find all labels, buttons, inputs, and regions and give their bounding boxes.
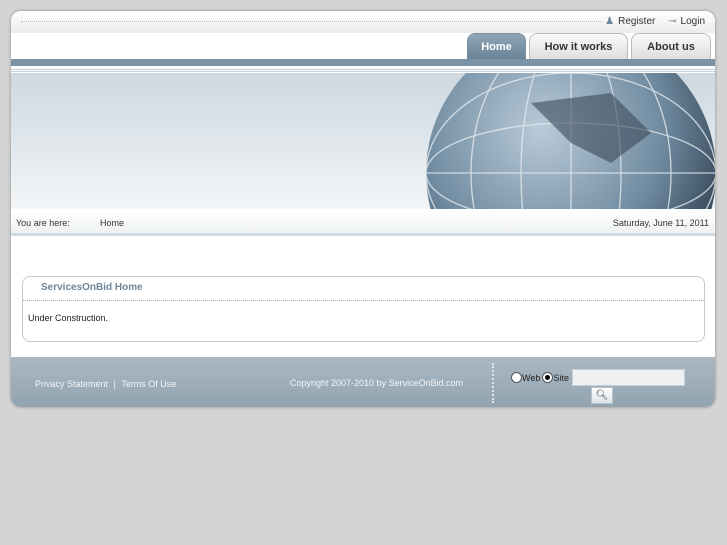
globe-image: [425, 73, 715, 209]
separator: |: [113, 379, 116, 389]
copyright: Copyright 2007-2010 by ServiceOnBid.com: [290, 378, 464, 388]
radio-site[interactable]: [542, 372, 554, 383]
nav-bar-line: [11, 59, 715, 66]
top-bar: ♟ Register ⊸ Login: [11, 11, 715, 33]
terms-link[interactable]: Terms Of Use: [121, 379, 176, 389]
main-nav: Home How it works About us: [467, 33, 711, 60]
tab-about-us[interactable]: About us: [631, 33, 711, 60]
radio-web-label: Web: [522, 372, 541, 383]
current-date: Saturday, June 11, 2011: [612, 218, 709, 228]
tab-home[interactable]: Home: [467, 33, 526, 60]
divider: [23, 300, 704, 301]
content-box: ServicesOnBid Home Under Construction.: [22, 276, 705, 342]
tab-how-it-works[interactable]: How it works: [529, 33, 628, 60]
login-link[interactable]: Login: [681, 16, 705, 27]
register-link[interactable]: Register: [618, 16, 655, 27]
banner: [11, 73, 715, 209]
content-body: Under Construction.: [28, 313, 109, 323]
radio-web[interactable]: [511, 372, 522, 383]
divider: [492, 363, 494, 403]
user-icon: ♟: [605, 16, 615, 27]
footer: Privacy Statement | Terms Of Use Copyrig…: [11, 357, 715, 407]
magnifier-icon: 🔍︎: [595, 390, 609, 401]
search-input[interactable]: [571, 369, 685, 386]
key-icon: ⊸: [668, 16, 677, 27]
privacy-link[interactable]: Privacy Statement: [35, 379, 108, 389]
top-links: ♟ Register ⊸ Login: [601, 16, 705, 27]
breadcrumb-home[interactable]: Home: [100, 218, 124, 228]
search-button[interactable]: 🔍︎: [591, 387, 613, 404]
page-frame: ♟ Register ⊸ Login Home How it works About…: [11, 11, 715, 407]
dotted-divider: [21, 21, 601, 22]
radio-site-label: Site: [553, 372, 569, 383]
breadcrumb-label: You are here:: [16, 218, 70, 228]
content-title: ServicesOnBid Home: [41, 282, 143, 293]
breadcrumb: You are here: Home Saturday, June 11, 20…: [11, 211, 715, 236]
divider: [11, 69, 715, 72]
